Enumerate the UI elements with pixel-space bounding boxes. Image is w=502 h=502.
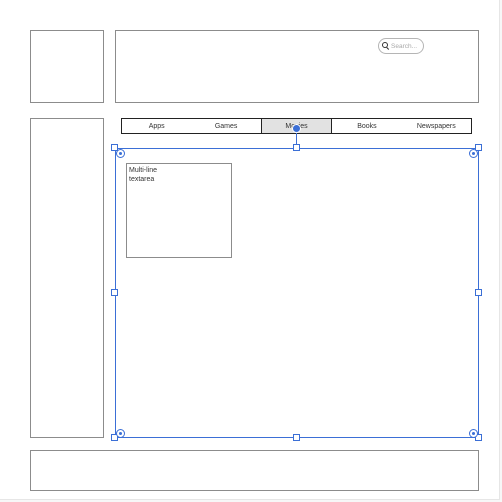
header-placeholder (115, 30, 479, 103)
corner-handle-top-left[interactable] (116, 149, 125, 158)
logo-placeholder (30, 30, 104, 103)
resize-handle-right[interactable] (475, 289, 482, 296)
corner-handle-bottom-right[interactable] (469, 429, 478, 438)
resize-handle-left[interactable] (111, 289, 118, 296)
sidebar-placeholder (30, 118, 104, 438)
tab-apps[interactable]: Apps (122, 119, 191, 133)
rotate-handle[interactable] (292, 124, 301, 133)
search-icon (382, 42, 390, 51)
resize-handle-top[interactable] (293, 144, 300, 151)
search-box[interactable] (378, 38, 424, 54)
tab-books[interactable]: Books (332, 119, 401, 133)
tab-games[interactable]: Games (191, 119, 260, 133)
search-input[interactable] (390, 42, 423, 50)
multiline-textarea[interactable]: Multi-line textarea (126, 163, 232, 258)
resize-handle-bottom[interactable] (293, 434, 300, 441)
rotate-handle-stem (296, 132, 297, 144)
footer-placeholder (30, 450, 479, 491)
corner-handle-top-right[interactable] (469, 149, 478, 158)
wireframe-canvas: Apps Games Movies Books Newspapers Multi… (0, 0, 500, 500)
tab-newspapers[interactable]: Newspapers (402, 119, 471, 133)
corner-handle-bottom-left[interactable] (116, 429, 125, 438)
